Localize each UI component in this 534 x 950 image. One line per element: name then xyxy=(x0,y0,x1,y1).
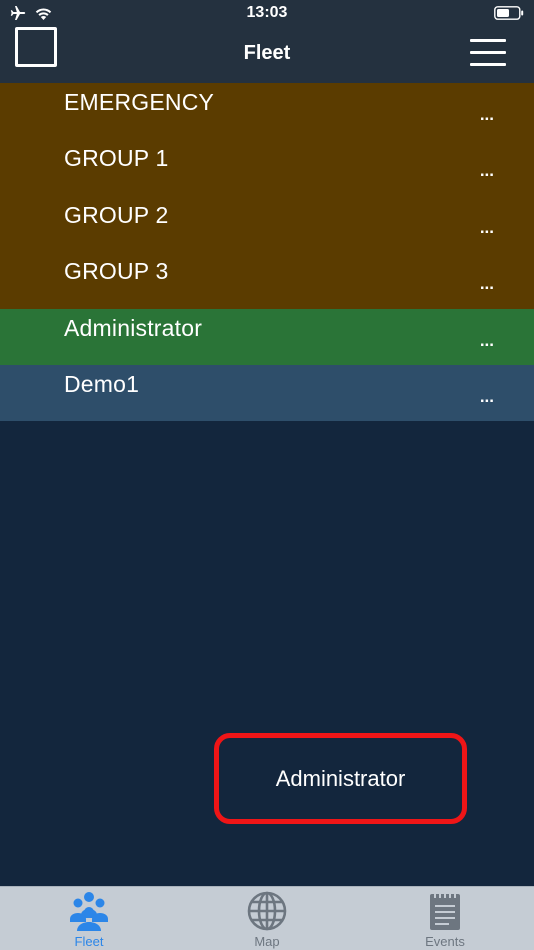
more-options-button[interactable]: ... xyxy=(480,387,494,407)
nav-bar: Fleet xyxy=(0,26,534,83)
tab-fleet[interactable]: Fleet xyxy=(0,887,178,950)
group-label: GROUP 2 xyxy=(64,201,169,228)
fleet-screen: 13:03 Fleet EMERGENCY ... GROUP 1 ... GR… xyxy=(0,0,534,950)
tab-label: Map xyxy=(254,934,280,949)
status-time: 13:03 xyxy=(246,4,288,21)
group-label: EMERGENCY xyxy=(64,89,215,115)
group-label: GROUP 1 xyxy=(64,145,169,172)
tab-bar: Fleet Map Events xyxy=(0,886,534,950)
group-row-administrator[interactable]: Administrator ... xyxy=(0,308,534,365)
group-label: Administrator xyxy=(64,314,203,341)
battery-icon xyxy=(494,6,524,20)
status-bar: 13:03 xyxy=(0,0,534,26)
more-options-button[interactable]: ... xyxy=(480,161,494,181)
group-row-group-2[interactable]: GROUP 2 ... xyxy=(0,195,534,253)
more-options-button[interactable]: ... xyxy=(480,105,494,125)
notepad-icon xyxy=(430,894,460,930)
group-list: EMERGENCY ... GROUP 1 ... GROUP 2 ... GR… xyxy=(0,83,534,422)
more-options-button[interactable]: ... xyxy=(480,274,494,294)
group-label: Demo1 xyxy=(64,370,140,397)
more-options-button[interactable]: ... xyxy=(480,218,494,238)
group-row-emergency[interactable]: EMERGENCY ... xyxy=(0,83,534,140)
page-title: Fleet xyxy=(243,42,291,64)
tab-events[interactable]: Events xyxy=(356,887,534,950)
group-label: GROUP 3 xyxy=(64,258,169,285)
tab-label: Fleet xyxy=(74,934,104,949)
group-row-group-3[interactable]: GROUP 3 ... xyxy=(0,252,534,309)
people-group-icon xyxy=(70,892,108,931)
tab-map[interactable]: Map xyxy=(178,887,356,950)
group-row-group-1[interactable]: GROUP 1 ... xyxy=(0,139,534,196)
hamburger-menu-icon[interactable] xyxy=(470,38,506,68)
globe-icon xyxy=(247,891,287,931)
popup-label: Administrator xyxy=(275,765,406,791)
more-options-button[interactable]: ... xyxy=(480,331,494,351)
group-row-demo1[interactable]: Demo1 ... xyxy=(0,364,534,422)
tab-label: Events xyxy=(425,934,465,949)
administrator-popup-button[interactable]: Administrator xyxy=(214,733,467,824)
